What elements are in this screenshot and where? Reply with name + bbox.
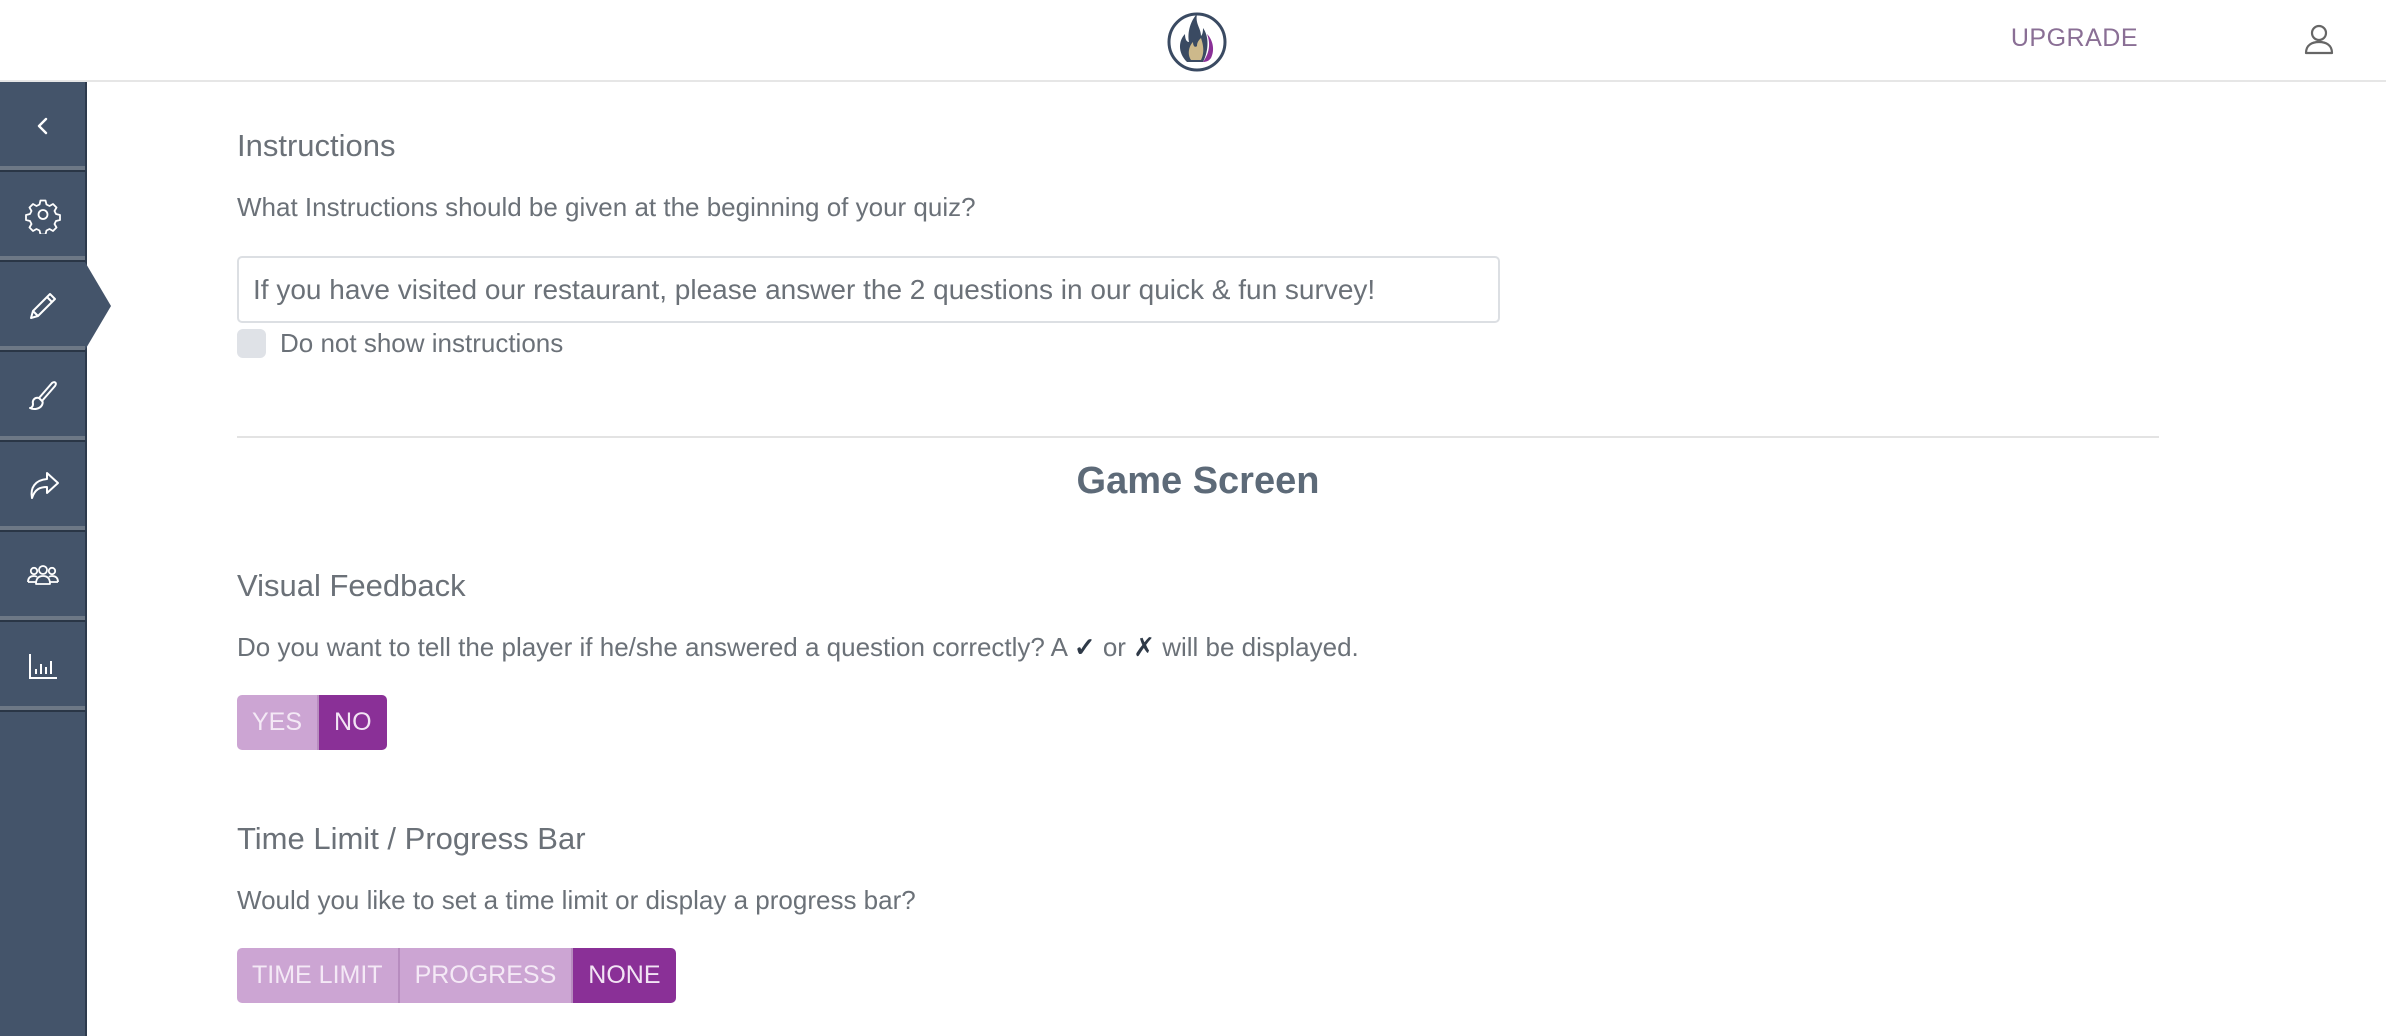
visual-feedback-no-button[interactable]: NO — [319, 695, 387, 750]
paintbrush-icon — [28, 381, 57, 410]
sidebar-item-edit[interactable] — [0, 262, 111, 352]
group-icon — [26, 565, 59, 585]
sidebar-item-share[interactable] — [0, 442, 85, 532]
top-bar: UPGRADE — [0, 0, 2386, 82]
sidebar-item-settings[interactable] — [0, 172, 85, 262]
visual-feedback-text-after: will be displayed. — [1154, 632, 1359, 662]
sidebar-item-design[interactable] — [0, 352, 85, 442]
flame-logo-icon[interactable] — [1163, 6, 1231, 74]
user-icon[interactable] — [2302, 22, 2336, 56]
share-arrow-icon — [30, 472, 59, 499]
hide-instructions-checkbox[interactable] — [237, 329, 266, 358]
hide-instructions-checkbox-row[interactable]: Do not show instructions — [237, 328, 563, 359]
game-screen-heading: Game Screen — [1076, 460, 1320, 502]
visual-feedback-yes-button[interactable]: YES — [237, 695, 320, 750]
sidebar-item-analytics[interactable] — [0, 622, 85, 712]
instructions-heading: Instructions — [237, 128, 396, 163]
none-button[interactable]: NONE — [573, 948, 676, 1003]
section-divider — [237, 436, 2159, 438]
hide-instructions-label: Do not show instructions — [280, 328, 564, 358]
bar-chart-icon — [28, 654, 57, 679]
cross-icon: ✗ — [1133, 632, 1155, 662]
sidebar-item-audience[interactable] — [0, 532, 85, 622]
time-limit-toggle: TIME LIMIT PROGRESS NONE — [237, 948, 676, 1003]
progress-button[interactable]: PROGRESS — [399, 948, 574, 1003]
instructions-input[interactable] — [237, 256, 1500, 323]
instructions-description: What Instructions should be given at the… — [237, 192, 976, 222]
chevron-left-icon — [37, 117, 47, 135]
visual-feedback-description: Do you want to tell the player if he/she… — [237, 632, 1359, 663]
checkmark-icon: ✓ — [1073, 632, 1096, 662]
visual-feedback-text-middle: or — [1095, 632, 1134, 662]
sidebar — [0, 82, 111, 1036]
visual-feedback-text-before: Do you want to tell the player if he/she… — [237, 632, 1074, 662]
time-limit-button[interactable]: TIME LIMIT — [237, 948, 400, 1003]
pencil-icon — [29, 293, 56, 319]
time-limit-description: Would you like to set a time limit or di… — [237, 885, 916, 915]
visual-feedback-heading: Visual Feedback — [237, 568, 466, 603]
gear-icon — [24, 199, 61, 234]
time-limit-heading: Time Limit / Progress Bar — [237, 821, 586, 856]
sidebar-item-collapse[interactable] — [0, 82, 85, 172]
upgrade-link[interactable]: UPGRADE — [2011, 24, 2138, 53]
visual-feedback-toggle: YES NO — [237, 695, 387, 750]
